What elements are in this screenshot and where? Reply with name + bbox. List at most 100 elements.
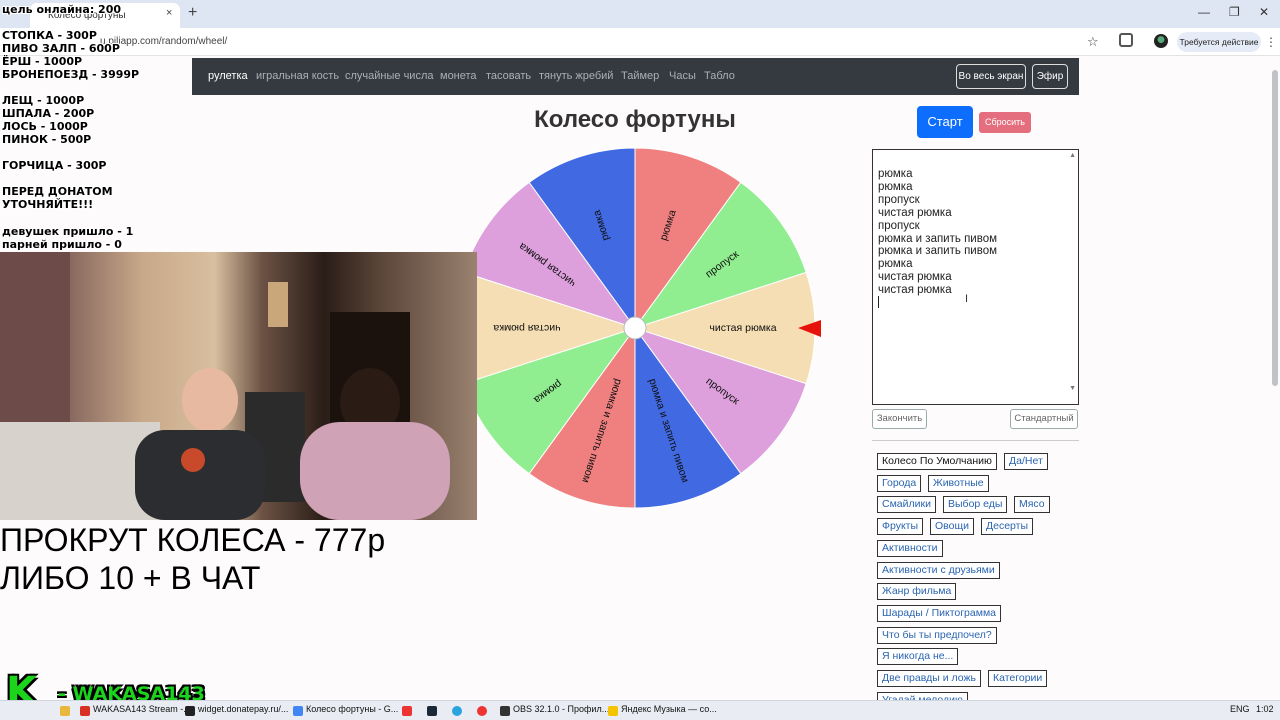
taskbar-window[interactable]: Колесо фортуны - G...: [293, 704, 398, 719]
taskbar-window-label: Яндекс Музыка — со...: [621, 704, 717, 714]
preset-button[interactable]: Да/Нет: [1004, 453, 1048, 470]
preset-button[interactable]: Категории: [988, 670, 1048, 687]
preset-button[interactable]: Овощи: [930, 518, 974, 536]
taskbar-window[interactable]: widget.donatepay.ru/...: [185, 704, 288, 719]
taskbar-window-label: WAKASA143 Stream -...: [93, 704, 191, 714]
text-cursor-icon: I: [965, 293, 969, 305]
entries-textarea[interactable]: рюмка рюмка пропуск чистая рюмка пропуск рюмк…: [872, 149, 1079, 405]
overlay-warning-1: ПЕРЕД ДОНАТОМ: [2, 185, 113, 198]
taskbar-window[interactable]: WAKASA143 Stream -...: [80, 704, 191, 719]
app-icon: [608, 706, 618, 716]
app-icon: [185, 706, 195, 716]
overlay-spin-chat: ЛИБО 10 + В ЧАТ: [0, 560, 261, 596]
nav-coin[interactable]: монета: [440, 70, 477, 82]
preset-button[interactable]: Я никогда не...: [877, 648, 959, 666]
preset-button[interactable]: Фрукты: [877, 518, 924, 536]
preset-button[interactable]: Что бы ты предпочел?: [877, 626, 997, 644]
nav-dice[interactable]: игральная кость: [256, 70, 339, 82]
preset-button[interactable]: Смайлики: [877, 496, 936, 514]
taskbar-window-label: Колесо фортуны - G...: [306, 704, 399, 714]
close-window-icon[interactable]: ✕: [1259, 5, 1269, 19]
scrollbar-thumb[interactable]: [1272, 70, 1278, 386]
nav-clock[interactable]: Часы: [669, 70, 696, 82]
overlay-warning-2: УТОЧНЯЙТЕ!!!: [2, 198, 94, 211]
entry-line: рюмка: [878, 168, 913, 180]
entry-line: рюмка и запить пивом: [878, 232, 997, 245]
taskbar-window[interactable]: OBS 32.1.0 - Профил...: [500, 704, 609, 719]
browser-menu-icon[interactable]: ⋮: [1265, 35, 1277, 49]
fullscreen-button[interactable]: Во весь экран: [956, 64, 1026, 89]
taskbar-window-label: widget.donatepay.ru/...: [198, 704, 289, 714]
overlay-girls: девушек пришло - 1: [2, 225, 134, 238]
scroll-down-icon[interactable]: ▼: [1069, 383, 1076, 396]
clock[interactable]: 1:02: [1256, 704, 1274, 714]
taskbar-window-label: OBS 32.1.0 - Профил...: [513, 704, 610, 714]
overlay-boys: парней пришло - 0: [2, 238, 122, 251]
overlay-goal: цель онлайна: 200: [2, 3, 122, 16]
preset-button[interactable]: Города: [877, 474, 922, 492]
reset-button[interactable]: Сбросить: [979, 112, 1031, 133]
nav-draw-lots[interactable]: тянуть жребий: [539, 70, 613, 82]
action-required-button[interactable]: Требуется действие: [1177, 32, 1261, 52]
preset-button[interactable]: Жанр фильма: [877, 583, 957, 601]
taskbar: WAKASA143 Stream -... widget.donatepay.ru…: [0, 700, 1280, 720]
preset-button[interactable]: Десерты: [981, 518, 1034, 536]
start-button[interactable]: Старт: [917, 106, 973, 138]
text-caret: [878, 296, 879, 308]
nav-random-numbers[interactable]: случайные числа: [345, 70, 433, 82]
overlay-price-2: ПИВО ЗАЛП - 600Р: [2, 42, 120, 55]
overlay-mustard: ГОРЧИЦА - 300Р: [2, 159, 107, 172]
preset-button[interactable]: Животные: [928, 474, 989, 492]
page-title: Колесо фортуны: [534, 106, 736, 133]
preset-button[interactable]: Мясо: [1014, 496, 1050, 514]
overlay-spin-price: ПРОКРУТ КОЛЕСА - 777р: [0, 522, 386, 558]
preset-button[interactable]: Активности: [877, 539, 943, 557]
taskbar-window[interactable]: Яндекс Музыка — со...: [608, 704, 717, 719]
page-scrollbar[interactable]: [1272, 64, 1278, 386]
restore-icon[interactable]: ❐: [1229, 5, 1240, 19]
preset-button[interactable]: Две правды и ложь: [877, 670, 981, 687]
app-icon[interactable]: [477, 704, 490, 719]
broadcast-button[interactable]: Эфир: [1032, 64, 1068, 89]
overlay-price-7: ЛОСЬ - 1000Р: [2, 120, 88, 133]
wheel-center-hub: [623, 316, 647, 340]
language-indicator[interactable]: ENG: [1230, 704, 1250, 714]
entry-line: пропуск: [878, 193, 920, 206]
wheel-segment-label: чистая рюмка: [709, 322, 776, 334]
bookmark-star-icon[interactable]: ☆: [1087, 34, 1099, 50]
steam-icon[interactable]: [427, 704, 440, 719]
app-icon: [500, 706, 510, 716]
tab-close-icon[interactable]: ×: [166, 7, 172, 19]
nav-roulette[interactable]: рулетка: [208, 70, 248, 82]
profile-avatar[interactable]: [1154, 34, 1168, 48]
entry-line: пропуск: [878, 219, 920, 232]
finish-button[interactable]: Закончить: [872, 409, 927, 429]
preset-button[interactable]: Выбор еды: [943, 496, 1008, 514]
preset-button[interactable]: Колесо По Умолчанию: [877, 453, 997, 470]
nav-shuffle[interactable]: тасовать: [486, 70, 531, 82]
nav-timer[interactable]: Таймер: [621, 70, 659, 82]
fortune-wheel[interactable]: чистая рюмкапропускрюмка и запить пивомр…: [455, 148, 825, 510]
webcam-feed: [0, 252, 477, 520]
entry-line: чистая рюмка: [878, 206, 952, 219]
overlay-price-3: ЁРШ - 1000Р: [2, 55, 83, 68]
minimize-icon[interactable]: —: [1198, 5, 1210, 19]
nav-scoreboard[interactable]: Табло: [704, 70, 735, 82]
file-explorer-icon[interactable]: [60, 704, 73, 719]
entry-line: рюмка: [878, 258, 913, 271]
yandex-browser-icon[interactable]: [402, 704, 415, 719]
site-navbar: рулетка игральная кость случайные числа …: [192, 58, 1079, 95]
overlay-price-5: ЛЕЩ - 1000Р: [2, 94, 85, 107]
browser-tab-bar: Колесо фортуны × + — ❐ ✕: [0, 0, 1280, 28]
preset-button[interactable]: Активности с друзьями: [877, 561, 1000, 579]
new-tab-button[interactable]: +: [188, 4, 197, 22]
extensions-icon[interactable]: [1119, 33, 1133, 47]
wheel-segment-label: чистая рюмка: [493, 322, 560, 334]
preset-button[interactable]: Шарады / Пиктограмма: [877, 604, 1002, 622]
telegram-icon[interactable]: [452, 704, 465, 719]
address-bar: u.piliapp.com/random/wheel/ ☆: [0, 28, 1280, 56]
standard-button[interactable]: Стандартный: [1010, 409, 1078, 429]
overlay-price-1: СТОПКА - 300Р: [2, 29, 97, 42]
scroll-up-icon[interactable]: ▲: [1069, 150, 1076, 163]
entries-list: рюмка рюмка пропуск чистая рюмка пропуск рюмк…: [878, 168, 1078, 297]
